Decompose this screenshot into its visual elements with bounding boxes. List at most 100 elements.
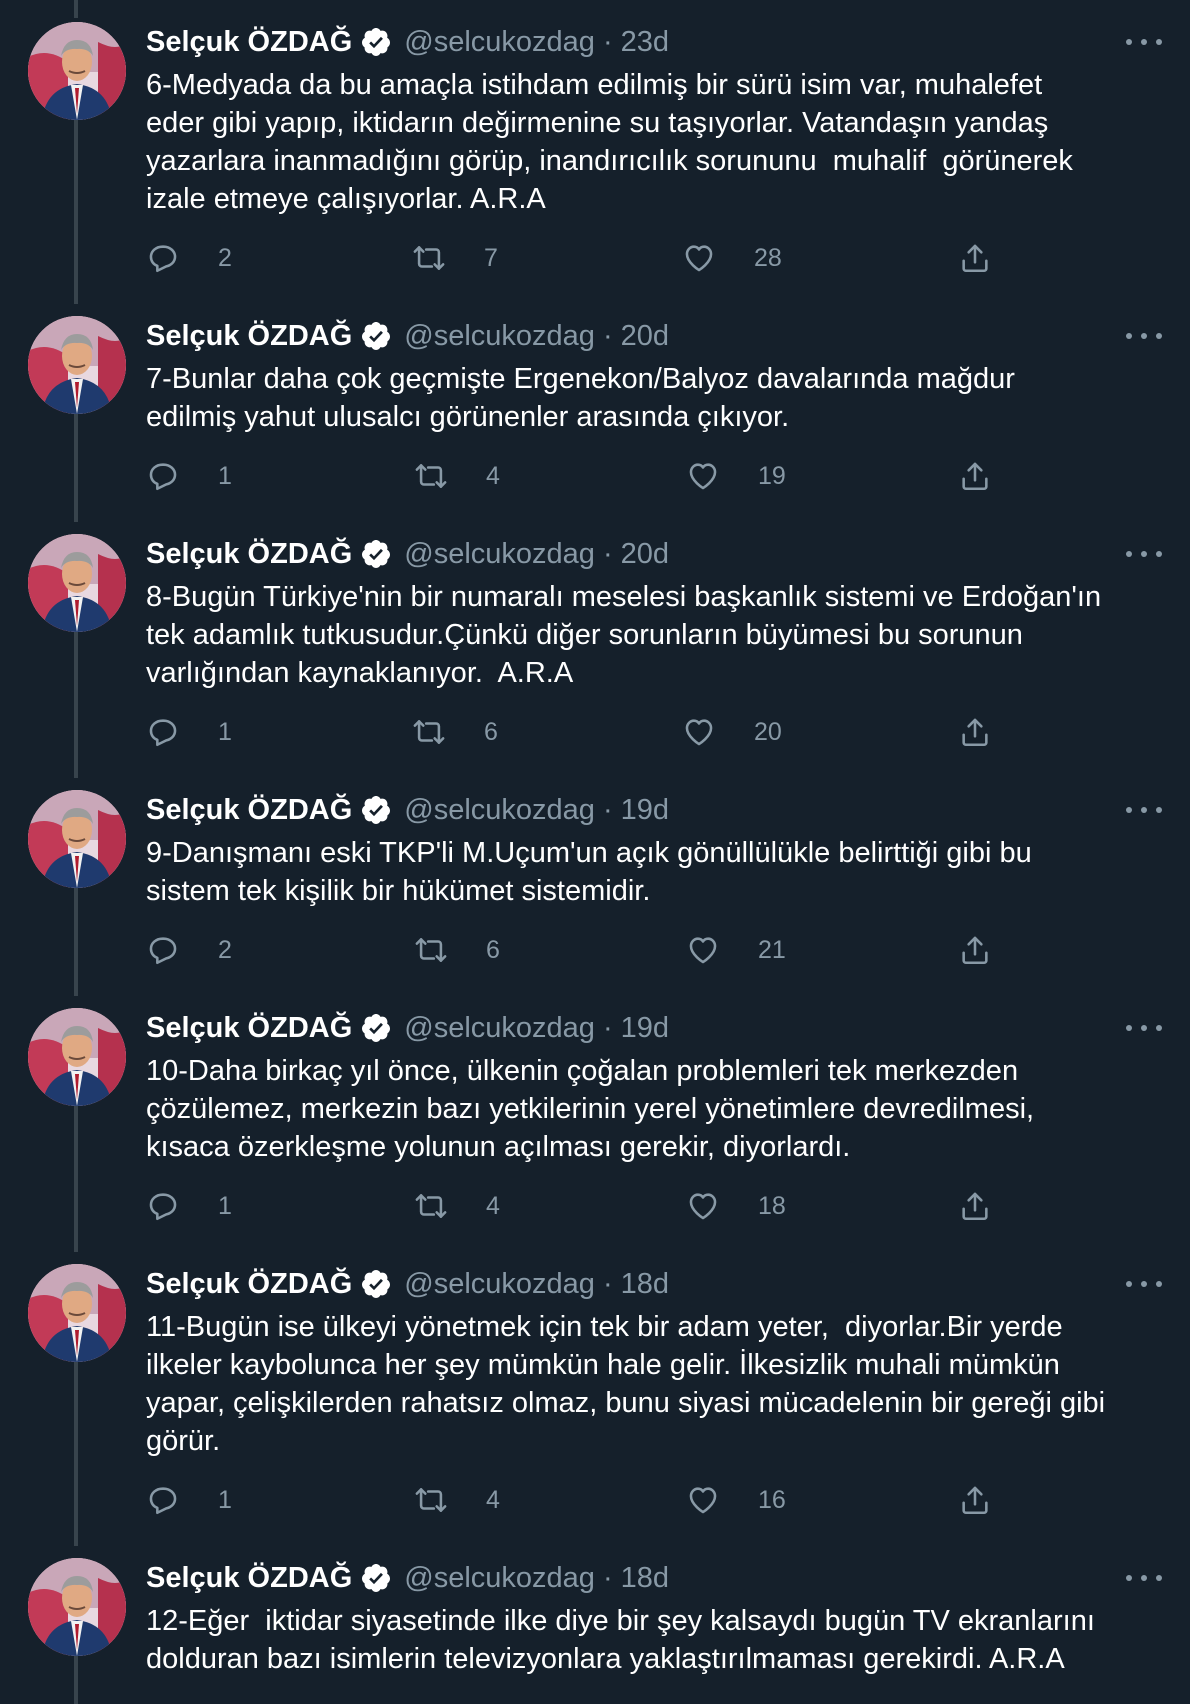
author-name[interactable]: Selçuk ÖZDAĞ	[146, 538, 352, 571]
thread-line	[74, 630, 78, 778]
avatar[interactable]	[28, 1264, 126, 1362]
tweet-actions: 1 4 16	[146, 1480, 1006, 1520]
author-name[interactable]: Selçuk ÖZDAĞ	[146, 794, 352, 827]
like-icon	[686, 459, 740, 493]
avatar[interactable]	[28, 22, 126, 120]
share-button[interactable]	[958, 238, 1030, 278]
more-icon[interactable]	[1126, 1018, 1162, 1038]
timestamp[interactable]: 20d	[621, 320, 669, 353]
retweet-icon	[414, 1189, 468, 1223]
retweet-button[interactable]: 6	[414, 930, 506, 970]
like-icon	[686, 933, 740, 967]
author-handle[interactable]: @selcukozdag	[404, 320, 595, 353]
retweet-count: 6	[484, 717, 498, 746]
like-count: 28	[754, 243, 782, 272]
author-handle[interactable]: @selcukozdag	[404, 26, 595, 59]
share-icon	[958, 1483, 1012, 1517]
share-icon	[958, 715, 1012, 749]
retweet-count: 4	[486, 1485, 500, 1514]
like-button[interactable]: 18	[686, 1186, 786, 1226]
avatar[interactable]	[28, 790, 126, 888]
reply-count: 1	[218, 1191, 232, 1220]
verified-badge-icon	[360, 794, 392, 826]
share-button[interactable]	[958, 712, 1030, 752]
tweet-text: 8-Bugün Türkiye'nin bir numaralı meseles…	[146, 581, 1102, 689]
avatar[interactable]	[28, 1008, 126, 1106]
like-button[interactable]: 16	[686, 1480, 786, 1520]
reply-button[interactable]: 1	[146, 456, 238, 496]
reply-count: 1	[218, 461, 232, 490]
retweet-count: 4	[486, 1191, 500, 1220]
timestamp[interactable]: 20d	[621, 538, 669, 571]
like-button[interactable]: 28	[682, 238, 782, 278]
thread-line	[74, 1360, 78, 1546]
more-icon[interactable]	[1126, 326, 1162, 346]
author-name[interactable]: Selçuk ÖZDAĞ	[146, 1012, 352, 1045]
retweet-button[interactable]: 4	[414, 1186, 506, 1226]
avatar[interactable]	[28, 534, 126, 632]
like-icon	[686, 1189, 740, 1223]
reply-count: 2	[218, 243, 232, 272]
like-count: 18	[758, 1191, 786, 1220]
tweet-text: 12-Eğer iktidar siyasetinde ilke diye bi…	[146, 1605, 1095, 1675]
like-button[interactable]: 19	[686, 456, 786, 496]
retweet-button[interactable]: 7	[412, 238, 504, 278]
tweet-text: 7-Bunlar daha çok geçmişte Ergenekon/Bal…	[146, 363, 1015, 433]
avatar[interactable]	[28, 316, 126, 414]
retweet-button[interactable]: 6	[412, 712, 504, 752]
share-icon	[958, 241, 1012, 275]
tweet-actions: 2 7 28	[146, 238, 1006, 278]
thread-line	[74, 886, 78, 996]
author-name[interactable]: Selçuk ÖZDAĞ	[146, 1562, 352, 1595]
author-handle[interactable]: @selcukozdag	[404, 538, 595, 571]
retweet-icon	[412, 241, 466, 275]
like-button[interactable]: 20	[682, 712, 782, 752]
retweet-button[interactable]: 4	[414, 1480, 506, 1520]
author-handle[interactable]: @selcukozdag	[404, 794, 595, 827]
share-button[interactable]	[958, 930, 1030, 970]
author-name[interactable]: Selçuk ÖZDAĞ	[146, 1268, 352, 1301]
author-name[interactable]: Selçuk ÖZDAĞ	[146, 320, 352, 353]
share-button[interactable]	[958, 1480, 1030, 1520]
author-handle[interactable]: @selcukozdag	[404, 1012, 595, 1045]
more-icon[interactable]	[1126, 544, 1162, 564]
tweet-header: Selçuk ÖZDAĞ @selcukozdag · 19d	[146, 1008, 669, 1048]
more-icon[interactable]	[1126, 1274, 1162, 1294]
reply-count: 1	[218, 717, 232, 746]
share-button[interactable]	[958, 1186, 1030, 1226]
avatar[interactable]	[28, 1558, 126, 1656]
separator: ·	[602, 25, 613, 58]
author-name[interactable]: Selçuk ÖZDAĞ	[146, 26, 352, 59]
timestamp[interactable]: 19d	[621, 1012, 669, 1045]
like-icon	[682, 241, 736, 275]
like-icon	[686, 1483, 740, 1517]
reply-icon	[146, 1189, 200, 1223]
tweet-text: 10-Daha birkaç yıl önce, ülkenin çoğalan…	[146, 1055, 1035, 1163]
author-handle[interactable]: @selcukozdag	[404, 1562, 595, 1595]
tweet-text: 9-Danışmanı eski TKP'li M.Uçum'un açık g…	[146, 837, 1032, 907]
more-icon[interactable]	[1126, 1568, 1162, 1588]
retweet-button[interactable]: 4	[414, 456, 506, 496]
reply-icon	[146, 933, 200, 967]
reply-button[interactable]: 1	[146, 712, 238, 752]
more-icon[interactable]	[1126, 800, 1162, 820]
tweet-actions: 1 4 18	[146, 1186, 1006, 1226]
reply-button[interactable]: 1	[146, 1480, 238, 1520]
reply-count: 1	[218, 1485, 232, 1514]
more-icon[interactable]	[1126, 32, 1162, 52]
reply-button[interactable]: 2	[146, 238, 238, 278]
share-button[interactable]	[958, 456, 1030, 496]
reply-button[interactable]: 1	[146, 1186, 238, 1226]
timestamp[interactable]: 19d	[621, 794, 669, 827]
reply-button[interactable]: 2	[146, 930, 238, 970]
reply-icon	[146, 715, 200, 749]
like-count: 16	[758, 1485, 786, 1514]
timestamp[interactable]: 18d	[621, 1268, 669, 1301]
timestamp[interactable]: 18d	[621, 1562, 669, 1595]
like-button[interactable]: 21	[686, 930, 786, 970]
share-icon	[958, 459, 1012, 493]
author-handle[interactable]: @selcukozdag	[404, 1268, 595, 1301]
reply-count: 2	[218, 935, 232, 964]
separator: ·	[602, 1011, 613, 1044]
timestamp[interactable]: 23d	[621, 26, 669, 59]
